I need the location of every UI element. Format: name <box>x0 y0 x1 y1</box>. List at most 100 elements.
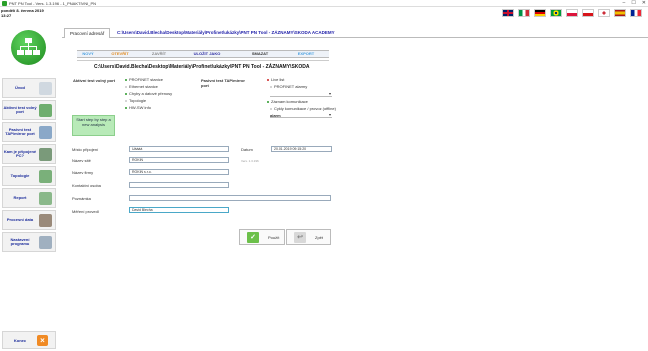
status-dot-icon <box>125 92 127 95</box>
executor-input[interactable]: David Blecha <box>129 207 229 213</box>
file-toolbar: NOVÝ OTEVŘÍT ZAVŘÍT ULOŽIT JAKO SMAZAT EXPORT <box>77 50 329 58</box>
tab-working-directory[interactable]: Pracovní adresář <box>64 28 111 38</box>
app-icon <box>2 1 7 6</box>
passive-test-heading: Pasivní test TAP/mirror port <box>201 78 245 88</box>
note-input[interactable] <box>129 195 331 201</box>
pc-connection-icon <box>39 148 52 161</box>
window-title: PNT PN Tool - Vers. 1.3.196 - 1_PNAKTIVN… <box>9 1 96 6</box>
passive-test-option[interactable]: Cykly komunikace / provoz (offline) <box>270 106 336 111</box>
sidebar-item-active-test[interactable]: Aktivní test volný port <box>2 100 56 120</box>
flag-it-icon[interactable] <box>518 9 530 17</box>
alarm-filter-select[interactable]: ▾ <box>270 91 332 97</box>
sidebar-item-topology[interactable]: Topologie <box>2 166 56 186</box>
offline-mode-select[interactable]: alarm ▾ <box>270 112 332 118</box>
active-test-option[interactable]: Topologie <box>125 98 146 103</box>
option-label: PROFINET stanice <box>129 77 163 82</box>
checkmark-icon: ✓ <box>247 231 259 243</box>
working-directory-path: C:\Users\David.Blecha\Desktop\Materiály\… <box>117 30 335 35</box>
sidebar-item-settings[interactable]: Nastavení programu <box>2 232 56 252</box>
window-controls: – ☐ ✕ <box>623 0 646 7</box>
flag-kr-icon[interactable] <box>598 9 610 17</box>
status-dot-icon <box>125 99 127 102</box>
toolbar-zavřít-button[interactable]: ZAVŘÍT <box>141 51 177 57</box>
start-analysis-button[interactable]: Start step by step a new analysis <box>72 115 115 136</box>
sidebar: Úvod Aktivní test volný port Pasivní test … <box>2 78 56 254</box>
flag-gb-icon[interactable] <box>502 9 514 17</box>
active-test-option[interactable]: HW-SW info <box>125 105 151 110</box>
company-input[interactable]: ROKIN s.r.o. <box>129 169 229 175</box>
offline-mode-value: alarm <box>270 113 281 118</box>
option-label: Záznam komunikace <box>271 99 308 104</box>
flag-br-icon[interactable] <box>550 9 562 17</box>
flag-pl-icon[interactable] <box>566 9 578 17</box>
report-icon <box>39 192 52 205</box>
executor-label: Měření provedl <box>72 209 99 214</box>
passive-test-option[interactable]: PROFINET alarmy <box>270 84 307 89</box>
option-label: Ethernet stanice <box>129 84 158 89</box>
exit-button[interactable]: Konec × <box>2 331 56 349</box>
chevron-down-icon: ▾ <box>328 112 331 117</box>
toolbar-uložit-jako-button[interactable]: ULOŽIT JAKO <box>177 51 237 57</box>
location-input[interactable]: Uáááá <box>129 146 229 152</box>
sidebar-item-label: Úvod <box>15 84 25 90</box>
passive-test-icon <box>39 126 52 139</box>
chevron-down-icon: ▾ <box>328 91 331 96</box>
contact-label: Kontaktní osoba <box>72 183 101 188</box>
flag-fr-icon[interactable] <box>630 9 642 17</box>
use-button[interactable]: ✓ Použít <box>239 229 285 245</box>
exit-icon: × <box>37 335 48 346</box>
location-label: Místo připojení <box>72 147 99 152</box>
flag-cz-icon[interactable] <box>582 9 594 17</box>
option-label: Chyby a datové přenosy <box>129 91 173 96</box>
sidebar-item-pc-connection[interactable]: Kam je připojené PC? <box>2 144 56 164</box>
sidebar-item-report[interactable]: Report <box>2 188 56 208</box>
title-bar: PNT PN Tool - Vers. 1.3.196 - 1_PNAKTIVN… <box>0 0 648 7</box>
network-input[interactable]: ROKIN <box>129 157 229 163</box>
status-dot-icon <box>125 85 127 88</box>
passive-test-option[interactable]: Live list <box>267 77 284 82</box>
toolbar-smazat-button[interactable]: SMAZAT <box>237 51 283 57</box>
settings-icon <box>39 236 52 249</box>
sidebar-item-label: Procesní data <box>6 216 34 222</box>
close-button[interactable]: ✕ <box>642 0 646 7</box>
sidebar-item-passive-test[interactable]: Pasivní test TAP/mirror port <box>2 122 56 142</box>
version-hint: Vers. 1.3.196 <box>241 159 259 163</box>
sidebar-item-label: Topologie <box>10 172 30 178</box>
sidebar-item-home[interactable]: Úvod <box>2 78 56 98</box>
status-dot-icon <box>270 85 272 88</box>
date-input[interactable]: 20.01.2019 09:15:20 <box>271 146 332 152</box>
flag-es-icon[interactable] <box>614 9 626 17</box>
network-label: Název sítě <box>72 158 91 163</box>
back-button[interactable]: ↩ Zpět <box>286 229 331 245</box>
toolbar-divider <box>77 58 329 61</box>
time-text: 13:27 <box>1 12 12 18</box>
home-icon <box>39 82 52 95</box>
date-label: Datum <box>241 147 253 152</box>
active-test-icon <box>39 104 52 117</box>
status-dot-icon <box>267 100 269 103</box>
option-label: HW-SW info <box>129 105 151 110</box>
tab-row: Pracovní adresář C:\Users\David.Blecha\D… <box>62 28 648 38</box>
active-test-option[interactable]: PROFINET stanice <box>125 77 163 82</box>
toolbar-nový-button[interactable]: NOVÝ <box>77 51 99 57</box>
minimize-button[interactable]: – <box>623 0 626 7</box>
active-test-option[interactable]: Chyby a datové přenosy <box>125 91 172 96</box>
sidebar-item-process-data[interactable]: Procesní data <box>2 210 56 230</box>
sidebar-item-label: Kam je připojené PC? <box>3 148 37 158</box>
sidebar-item-label: Aktivní test volný port <box>3 104 37 114</box>
maximize-button[interactable]: ☐ <box>631 0 635 7</box>
passive-test-option[interactable]: Záznam komunikace <box>267 99 308 104</box>
back-arrow-icon: ↩ <box>294 231 306 243</box>
toolbar-otevřít-button[interactable]: OTEVŘÍT <box>99 51 141 57</box>
note-label: Poznámka <box>72 196 91 201</box>
active-test-option[interactable]: Ethernet stanice <box>125 84 158 89</box>
process-data-icon <box>39 214 52 227</box>
toolbar-export-button[interactable]: EXPORT <box>283 51 329 57</box>
contact-input[interactable] <box>129 182 229 188</box>
flag-de-icon[interactable] <box>534 9 546 17</box>
company-label: Název firmy <box>72 170 94 175</box>
status-dot-icon <box>125 106 127 109</box>
status-dot-icon <box>267 78 269 81</box>
sidebar-item-label: Pasivní test TAP/mirror port <box>5 126 35 136</box>
datetime: pondělí 8. června 2019 13:27 <box>1 8 44 18</box>
